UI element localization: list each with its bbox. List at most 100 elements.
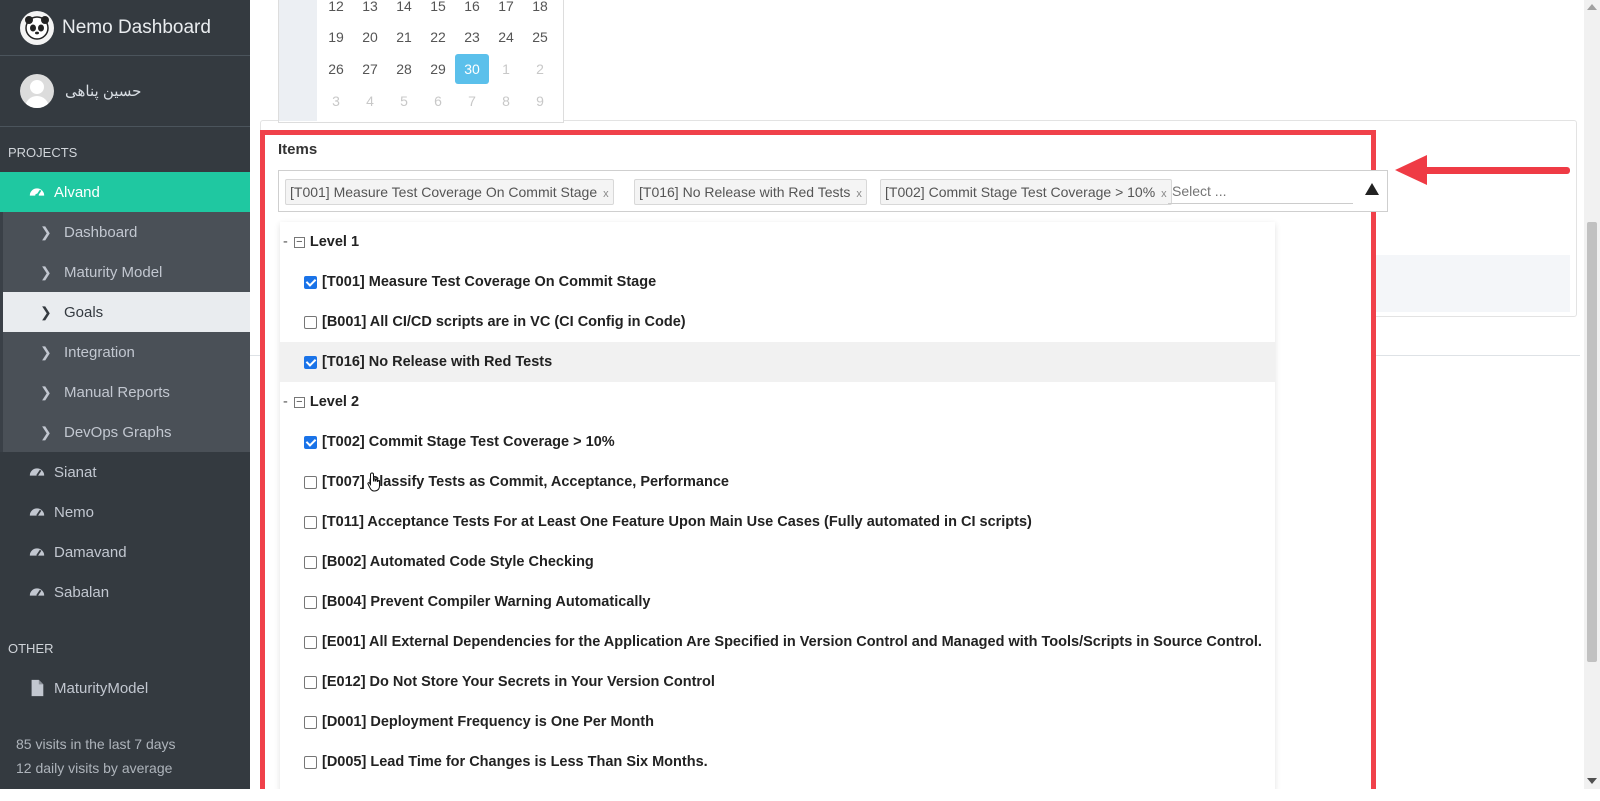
list-item[interactable]: [T016] No Release with Red Tests xyxy=(280,342,1275,382)
calendar-day[interactable]: 27 xyxy=(353,54,387,84)
calendar-day[interactable]: 17 xyxy=(489,0,523,21)
tag-label: [T001] Measure Test Coverage On Commit S… xyxy=(290,184,598,200)
file-icon xyxy=(31,679,44,697)
sidebar-item-devops-graphs[interactable]: ❯ DevOps Graphs xyxy=(3,412,250,452)
calendar-day[interactable]: 9 xyxy=(523,86,557,116)
checkbox[interactable] xyxy=(304,675,317,689)
list-item[interactable]: [D001] Deployment Frequency is One Per M… xyxy=(280,702,1275,742)
calendar-day[interactable]: 25 xyxy=(523,22,557,52)
project-nemo[interactable]: Nemo xyxy=(0,492,250,532)
list-item[interactable]: [T011] Acceptance Tests For at Least One… xyxy=(280,502,1275,542)
tachometer-icon xyxy=(29,188,45,198)
list-item[interactable]: [E012] Do Not Store Your Secrets in Your… xyxy=(280,662,1275,702)
chevron-right-icon: ❯ xyxy=(40,263,52,280)
list-item[interactable]: [B004] Prevent Compiler Warning Automati… xyxy=(280,582,1275,622)
sidebar-item-manual-reports[interactable]: ❯ Manual Reports xyxy=(3,372,250,412)
user-panel[interactable]: حسین پناهی xyxy=(0,56,250,127)
project-sabalan[interactable]: Sabalan xyxy=(0,572,250,612)
collapse-icon[interactable]: − xyxy=(293,396,305,408)
calendar-day[interactable]: 14 xyxy=(387,0,421,21)
calendar-day[interactable]: 26 xyxy=(319,54,353,84)
list-item[interactable]: [E001] All External Dependencies for the… xyxy=(280,622,1275,662)
calendar-day[interactable]: 22 xyxy=(421,22,455,52)
list-item[interactable]: [B001] All CI/CD scripts are in VC (CI C… xyxy=(280,302,1275,342)
checkbox[interactable] xyxy=(304,435,317,449)
project-damavand[interactable]: Damavand xyxy=(0,532,250,572)
calendar-day[interactable]: 2 xyxy=(523,54,557,84)
calendar-day[interactable]: 19 xyxy=(319,22,353,52)
list-item[interactable]: [B002] Automated Code Style Checking xyxy=(280,542,1275,582)
scroll-down-icon[interactable] xyxy=(1587,778,1597,784)
sidebar-item-goals[interactable]: ❯ Goals xyxy=(3,292,250,332)
calendar-day[interactable]: 18 xyxy=(523,0,557,21)
calendar-day[interactable]: 15 xyxy=(421,0,455,21)
tachometer-icon xyxy=(29,468,45,477)
calendar-day-selected[interactable]: 30 xyxy=(455,54,489,84)
checkbox[interactable] xyxy=(304,715,317,729)
calendar-day[interactable]: 21 xyxy=(387,22,421,52)
remove-tag-button[interactable]: x xyxy=(603,188,609,200)
checkbox[interactable] xyxy=(304,475,317,489)
tachometer-icon xyxy=(29,588,45,597)
search-input[interactable] xyxy=(1168,179,1353,204)
sidebar-item-maturitymodel[interactable]: MaturityModel xyxy=(0,668,250,708)
sidebar-item-maturity-model[interactable]: ❯ Maturity Model xyxy=(3,252,250,292)
calendar-day[interactable]: 12 xyxy=(319,0,353,21)
chevron-right-icon: ❯ xyxy=(40,303,52,320)
checkbox[interactable] xyxy=(304,355,317,369)
remove-tag-button[interactable]: x xyxy=(856,188,862,200)
items-label: Items xyxy=(278,141,318,158)
remove-tag-button[interactable]: x xyxy=(1161,188,1167,200)
list-item[interactable]: [D005] Lead Time for Changes is Less Tha… xyxy=(280,742,1275,782)
sidebar-item-label: MaturityModel xyxy=(54,679,149,697)
page-scrollbar[interactable] xyxy=(1584,0,1600,789)
level-group[interactable]: - − Level 1 xyxy=(280,222,1273,262)
calendar-day[interactable]: 13 xyxy=(353,0,387,21)
scrollbar-thumb[interactable] xyxy=(1587,222,1597,662)
scroll-up-icon[interactable] xyxy=(1587,4,1597,10)
sidebar-item-dashboard[interactable]: ❯ Dashboard xyxy=(3,212,250,252)
item-label: [B004] Prevent Compiler Warning Automati… xyxy=(322,594,651,610)
checkbox[interactable] xyxy=(304,635,317,649)
level-group[interactable]: - − Level 2 xyxy=(280,382,1273,422)
chevron-right-icon: ❯ xyxy=(40,223,52,240)
checkbox[interactable] xyxy=(304,315,317,329)
calendar-day[interactable]: 5 xyxy=(387,86,421,116)
item-label: [D001] Deployment Frequency is One Per M… xyxy=(322,714,654,730)
item-label: [T011] Acceptance Tests For at Least One… xyxy=(322,514,1032,530)
collapse-icon[interactable]: − xyxy=(293,236,305,248)
calendar-day[interactable]: 24 xyxy=(489,22,523,52)
calendar-day[interactable]: 20 xyxy=(353,22,387,52)
brand[interactable]: Nemo Dashboard xyxy=(0,0,250,56)
calendar-week-row: 26 27 28 29 30 1 2 xyxy=(319,54,557,84)
checkbox[interactable] xyxy=(304,595,317,609)
items-multiselect[interactable]: [T001] Measure Test Coverage On Commit S… xyxy=(278,170,1388,212)
calendar-day[interactable]: 28 xyxy=(387,54,421,84)
caret-up-icon[interactable] xyxy=(1365,183,1379,195)
checkbox[interactable] xyxy=(304,555,317,569)
checkbox[interactable] xyxy=(304,515,317,529)
sidebar-item-integration[interactable]: ❯ Integration xyxy=(3,332,250,372)
item-label: [E001] All External Dependencies for the… xyxy=(322,634,1262,650)
sidebar-item-label: DevOps Graphs xyxy=(64,423,172,441)
calendar-day[interactable]: 23 xyxy=(455,22,489,52)
calendar-day[interactable]: 8 xyxy=(489,86,523,116)
calendar-day[interactable]: 29 xyxy=(421,54,455,84)
list-item[interactable]: [T001] Measure Test Coverage On Commit S… xyxy=(280,262,1275,302)
list-item[interactable]: [T002] Commit Stage Test Coverage > 10% xyxy=(280,422,1275,462)
calendar-day[interactable]: 7 xyxy=(455,86,489,116)
calendar-day[interactable]: 3 xyxy=(319,86,353,116)
project-sianat[interactable]: Sianat xyxy=(0,452,250,492)
calendar-day[interactable]: 6 xyxy=(421,86,455,116)
calendar-day[interactable]: 16 xyxy=(455,0,489,21)
project-alvand[interactable]: Alvand xyxy=(0,172,250,212)
checkbox[interactable] xyxy=(304,755,317,769)
list-item[interactable]: [T007] Classify Tests as Commit, Accepta… xyxy=(280,462,1275,502)
project-label: Sianat xyxy=(54,463,97,481)
brand-title: Nemo Dashboard xyxy=(62,16,211,38)
calendar-day[interactable]: 4 xyxy=(353,86,387,116)
checkbox[interactable] xyxy=(304,275,317,289)
calendar-day[interactable]: 1 xyxy=(489,54,523,84)
panda-logo-icon xyxy=(20,10,54,45)
tag-label: [T016] No Release with Red Tests xyxy=(639,184,851,200)
